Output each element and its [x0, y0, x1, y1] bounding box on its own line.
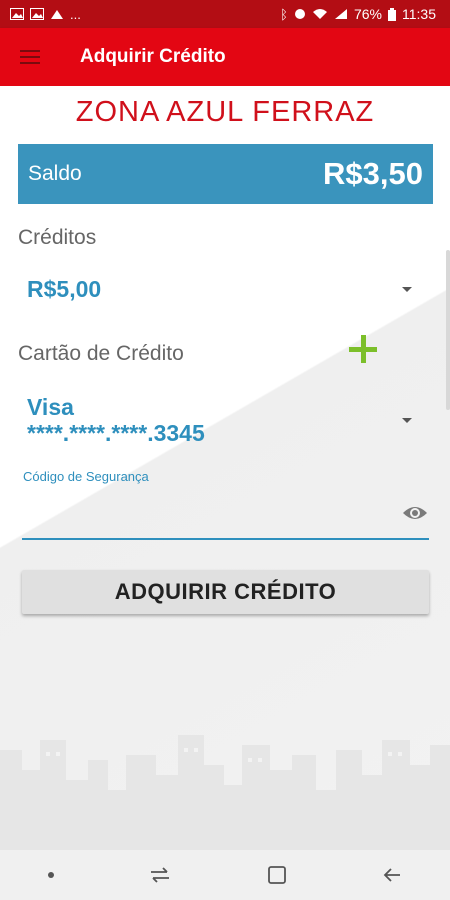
status-overflow: ... — [70, 6, 81, 22]
balance-label: Saldo — [28, 162, 82, 185]
dropdown-arrow-icon — [402, 286, 412, 292]
city-skyline-illustration — [0, 735, 450, 850]
zone-name: ZONA AZUL FERRAZ — [75, 96, 375, 128]
alarm-icon — [294, 9, 305, 19]
card-brand: Visa — [27, 394, 74, 420]
hamburger-icon — [20, 50, 40, 64]
card-info: Visa ****.****.****.3345 — [18, 394, 205, 446]
battery-level: 76% — [353, 6, 382, 22]
page-title: Adquirir Crédito — [80, 46, 226, 67]
image-icon — [10, 8, 24, 20]
security-code-input[interactable] — [22, 496, 396, 536]
security-code-label: Código de Segurança — [23, 469, 149, 484]
status-left: ... — [10, 8, 81, 21]
buy-credit-button[interactable]: ADQUIRIR CRÉDITO — [22, 570, 429, 614]
recent-apps-icon[interactable] — [149, 867, 171, 883]
back-icon[interactable] — [382, 867, 402, 883]
nav-dot-icon[interactable] — [47, 872, 54, 878]
credit-card-label: Cartão de Crédito — [18, 342, 184, 365]
image-icon — [30, 8, 44, 20]
battery-icon — [388, 7, 396, 21]
card-number: ****.****.****.3345 — [27, 420, 205, 446]
credit-card-select[interactable]: Visa ****.****.****.3345 — [18, 392, 430, 448]
menu-button[interactable] — [0, 28, 60, 86]
balance-bar: Saldo R$3,50 — [18, 144, 433, 204]
home-icon[interactable] — [267, 865, 287, 885]
security-code-underline — [22, 538, 429, 540]
bluetooth-icon: ᛒ — [280, 6, 288, 22]
add-card-button[interactable] — [346, 332, 380, 366]
status-time: 11:35 — [402, 6, 436, 22]
wifi-icon — [312, 9, 327, 19]
credits-selected-value: R$5,00 — [27, 275, 102, 302]
credits-select[interactable]: R$5,00 — [18, 272, 430, 306]
status-right: ᛒ 76% 11:35 — [280, 6, 436, 22]
eye-icon[interactable] — [402, 503, 428, 523]
signal-icon — [334, 9, 347, 19]
dropdown-arrow-icon — [402, 417, 412, 423]
notification-icon — [51, 10, 63, 19]
balance-value: R$3,50 — [323, 156, 423, 191]
scrollbar[interactable] — [446, 250, 450, 410]
system-nav-bar — [0, 850, 450, 900]
status-bar: ... ᛒ 76% 11:35 — [0, 0, 450, 28]
app-bar: Adquirir Crédito — [0, 28, 450, 86]
credits-label: Créditos — [18, 226, 97, 249]
